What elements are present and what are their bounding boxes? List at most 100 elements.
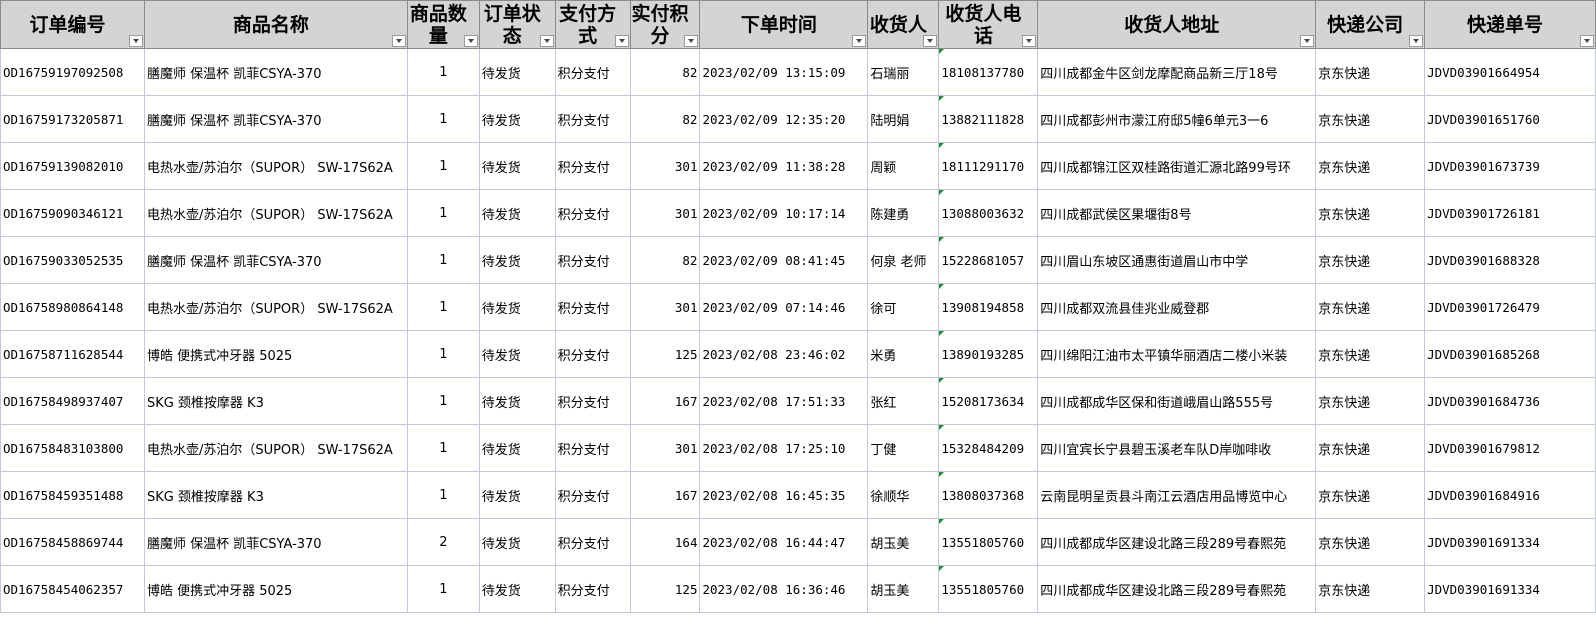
filter-dropdown-icon[interactable] [391, 35, 406, 47]
cell-payment-method[interactable]: 积分支付 [554, 330, 631, 378]
cell-recipient-phone[interactable]: 18111291170 [938, 142, 1039, 190]
cell-payment-method[interactable]: 积分支付 [554, 236, 631, 284]
cell-payment-method[interactable]: 积分支付 [554, 48, 631, 96]
cell-points-paid[interactable]: 125 [629, 330, 701, 378]
cell-order-status[interactable]: 待发货 [478, 283, 556, 331]
header-order-id[interactable]: 订单编号 [0, 0, 145, 49]
cell-order-time[interactable]: 2023/02/09 07:14:46 [699, 283, 869, 331]
cell-recipient-address[interactable]: 四川成都锦江区双桂路街道汇源北路99号环 [1037, 142, 1317, 190]
cell-recipient-address[interactable]: 四川成都武侯区果堰街8号 [1037, 189, 1317, 237]
cell-courier[interactable]: 京东快递 [1315, 377, 1426, 425]
filter-dropdown-icon[interactable] [1300, 35, 1315, 47]
cell-recipient-phone[interactable]: 13088003632 [938, 189, 1039, 237]
cell-recipient[interactable]: 张红 [867, 377, 940, 425]
cell-order-id[interactable]: OD16758454062357 [0, 565, 145, 613]
cell-courier[interactable]: 京东快递 [1315, 236, 1426, 284]
cell-quantity[interactable]: 1 [406, 471, 480, 519]
cell-recipient-address[interactable]: 云南昆明呈贡县斗南江云酒店用品博览中心 [1037, 471, 1317, 519]
filter-dropdown-icon[interactable] [1409, 35, 1424, 47]
cell-payment-method[interactable]: 积分支付 [554, 283, 631, 331]
cell-payment-method[interactable]: 积分支付 [554, 377, 631, 425]
cell-order-id[interactable]: OD16758980864148 [0, 283, 145, 331]
cell-product-name[interactable]: SKG 颈椎按摩器 K3 [143, 377, 408, 425]
filter-dropdown-icon[interactable] [1022, 35, 1037, 47]
cell-quantity[interactable]: 2 [406, 518, 480, 566]
cell-courier[interactable]: 京东快递 [1315, 518, 1426, 566]
cell-order-id[interactable]: OD16759173205871 [0, 95, 145, 143]
cell-points-paid[interactable]: 82 [629, 236, 701, 284]
cell-order-status[interactable]: 待发货 [478, 518, 556, 566]
cell-courier[interactable]: 京东快递 [1315, 565, 1426, 613]
cell-courier[interactable]: 京东快递 [1315, 142, 1426, 190]
cell-points-paid[interactable]: 301 [629, 283, 701, 331]
cell-tracking-number[interactable]: JDVD03901679812 [1424, 424, 1596, 472]
cell-recipient-phone[interactable]: 15208173634 [938, 377, 1039, 425]
cell-recipient-address[interactable]: 四川成都成华区保和街道峨眉山路555号 [1037, 377, 1317, 425]
cell-product-name[interactable]: 电热水壶/苏泊尔（SUPOR） SW-17S62A [143, 283, 408, 331]
cell-recipient-phone[interactable]: 13551805760 [938, 565, 1039, 613]
cell-product-name[interactable]: 电热水壶/苏泊尔（SUPOR） SW-17S62A [143, 424, 408, 472]
cell-points-paid[interactable]: 164 [629, 518, 701, 566]
cell-courier[interactable]: 京东快递 [1315, 283, 1426, 331]
cell-order-time[interactable]: 2023/02/08 16:44:47 [699, 518, 869, 566]
cell-quantity[interactable]: 1 [406, 189, 480, 237]
cell-order-time[interactable]: 2023/02/09 08:41:45 [699, 236, 869, 284]
cell-order-time[interactable]: 2023/02/08 17:51:33 [699, 377, 869, 425]
cell-recipient[interactable]: 周颖 [867, 142, 940, 190]
cell-product-name[interactable]: 电热水壶/苏泊尔（SUPOR） SW-17S62A [143, 189, 408, 237]
cell-courier[interactable]: 京东快递 [1315, 48, 1426, 96]
header-order-status[interactable]: 订单状态 [478, 0, 556, 49]
header-points-paid[interactable]: 实付积分 [629, 0, 701, 49]
cell-order-id[interactable]: OD16758459351488 [0, 471, 145, 519]
cell-payment-method[interactable]: 积分支付 [554, 189, 631, 237]
cell-courier[interactable]: 京东快递 [1315, 471, 1426, 519]
cell-order-id[interactable]: OD16759033052535 [0, 236, 145, 284]
cell-recipient[interactable]: 石瑞丽 [867, 48, 940, 96]
cell-payment-method[interactable]: 积分支付 [554, 565, 631, 613]
cell-recipient[interactable]: 徐可 [867, 283, 940, 331]
cell-order-status[interactable]: 待发货 [478, 236, 556, 284]
cell-order-id[interactable]: OD16759139082010 [0, 142, 145, 190]
cell-order-status[interactable]: 待发货 [478, 565, 556, 613]
cell-recipient[interactable]: 丁健 [867, 424, 940, 472]
cell-recipient[interactable]: 何泉 老师 [867, 236, 940, 284]
cell-quantity[interactable]: 1 [406, 95, 480, 143]
cell-quantity[interactable]: 1 [406, 48, 480, 96]
cell-recipient-address[interactable]: 四川成都双流县佳兆业威登郡 [1037, 283, 1317, 331]
cell-tracking-number[interactable]: JDVD03901688328 [1424, 236, 1596, 284]
header-recipient[interactable]: 收货人 [867, 0, 940, 49]
filter-dropdown-icon[interactable] [128, 35, 143, 47]
header-courier[interactable]: 快递公司 [1315, 0, 1426, 49]
cell-recipient[interactable]: 米勇 [867, 330, 940, 378]
cell-tracking-number[interactable]: JDVD03901691334 [1424, 565, 1596, 613]
cell-recipient-address[interactable]: 四川成都彭州市濛江府邸5幢6单元3一6 [1037, 95, 1317, 143]
cell-points-paid[interactable]: 167 [629, 377, 701, 425]
cell-order-time[interactable]: 2023/02/09 10:17:14 [699, 189, 869, 237]
cell-recipient-phone[interactable]: 13890193285 [938, 330, 1039, 378]
cell-order-id[interactable]: OD16758498937407 [0, 377, 145, 425]
cell-recipient-phone[interactable]: 15328484209 [938, 424, 1039, 472]
cell-payment-method[interactable]: 积分支付 [554, 95, 631, 143]
cell-product-name[interactable]: 膳魔师 保温杯 凯菲CSYA-370 [143, 95, 408, 143]
cell-tracking-number[interactable]: JDVD03901664954 [1424, 48, 1596, 96]
cell-tracking-number[interactable]: JDVD03901673739 [1424, 142, 1596, 190]
cell-points-paid[interactable]: 82 [629, 95, 701, 143]
header-order-time[interactable]: 下单时间 [699, 0, 869, 49]
cell-courier[interactable]: 京东快递 [1315, 95, 1426, 143]
cell-points-paid[interactable]: 125 [629, 565, 701, 613]
cell-order-time[interactable]: 2023/02/08 16:45:35 [699, 471, 869, 519]
cell-tracking-number[interactable]: JDVD03901726479 [1424, 283, 1596, 331]
cell-points-paid[interactable]: 301 [629, 189, 701, 237]
cell-recipient-address[interactable]: 四川眉山东坡区通惠街道眉山市中学 [1037, 236, 1317, 284]
cell-order-status[interactable]: 待发货 [478, 471, 556, 519]
cell-recipient[interactable]: 陈建勇 [867, 189, 940, 237]
cell-product-name[interactable]: 膳魔师 保温杯 凯菲CSYA-370 [143, 48, 408, 96]
filter-dropdown-icon[interactable] [614, 35, 629, 47]
header-recipient-phone[interactable]: 收货人电话 [938, 0, 1039, 49]
cell-recipient-phone[interactable]: 13882111828 [938, 95, 1039, 143]
cell-recipient-phone[interactable]: 18108137780 [938, 48, 1039, 96]
cell-recipient-phone[interactable]: 13908194858 [938, 283, 1039, 331]
cell-quantity[interactable]: 1 [406, 236, 480, 284]
header-quantity[interactable]: 商品数量 [406, 0, 480, 49]
cell-order-status[interactable]: 待发货 [478, 48, 556, 96]
